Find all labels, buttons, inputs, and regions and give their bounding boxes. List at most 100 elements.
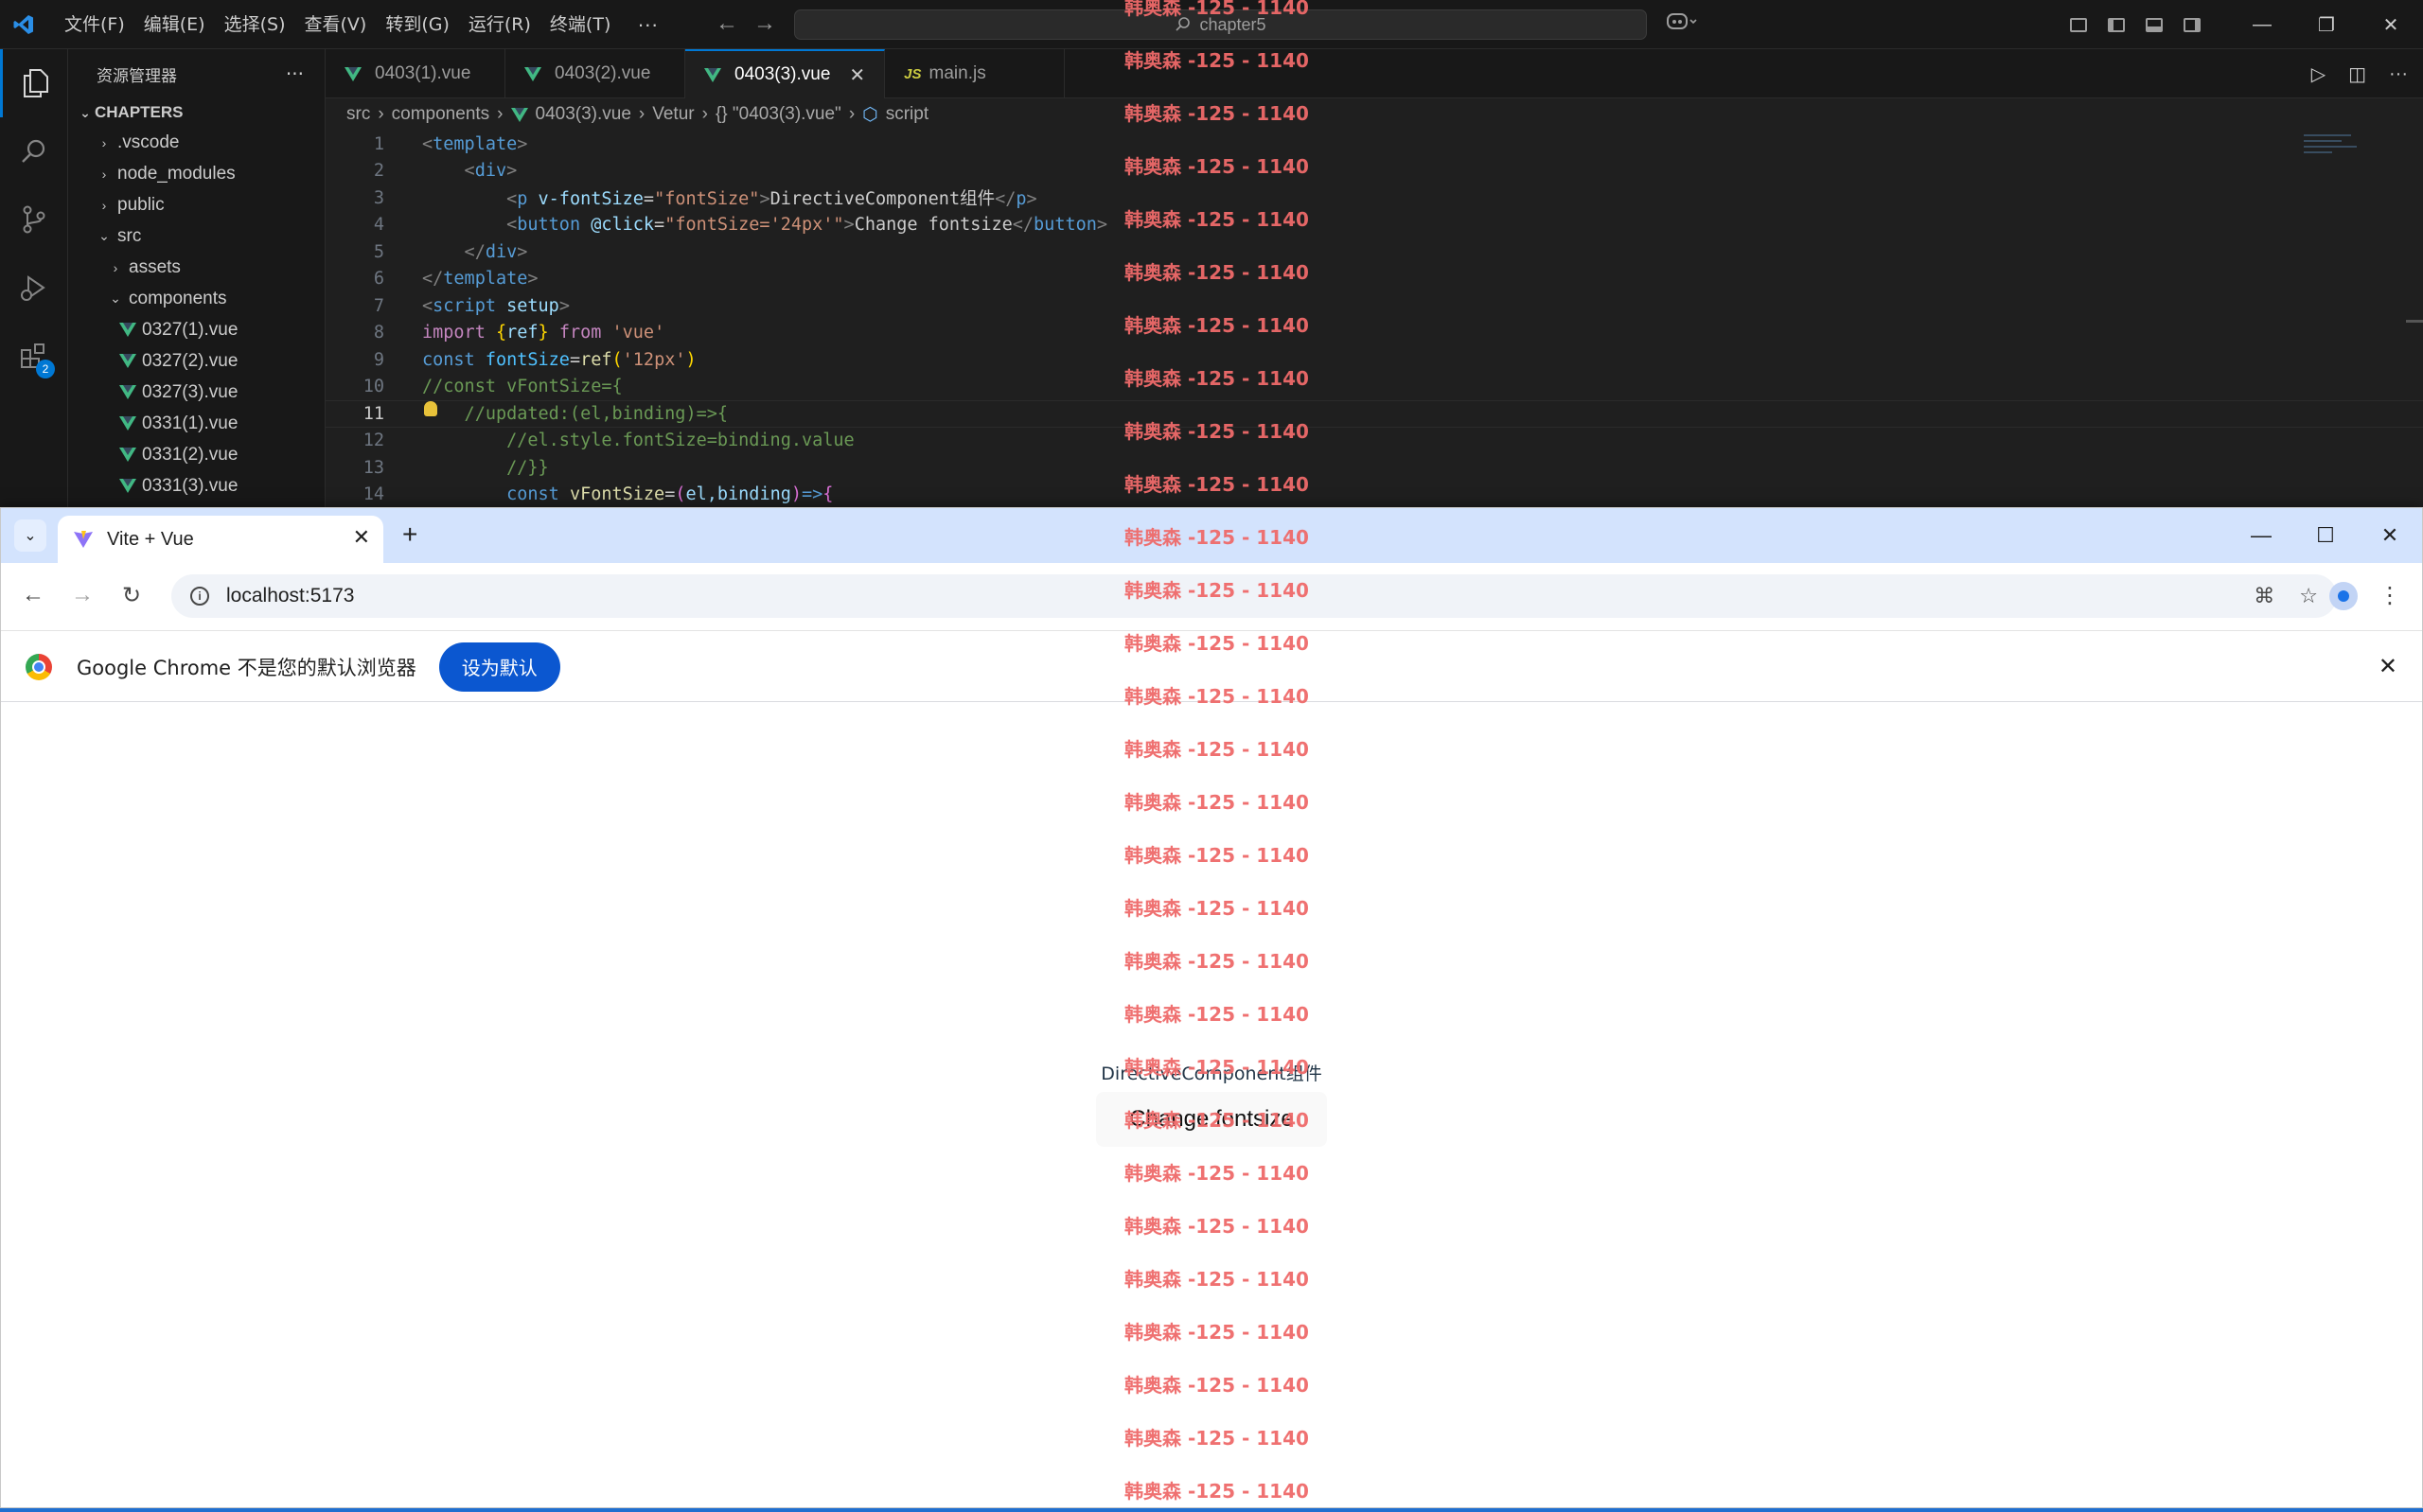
close-icon[interactable]: ✕ xyxy=(2359,0,2423,49)
menu-bar: 文件(F) 编辑(E) 选择(S) 查看(V) 转到(G) 运行(R) 终端(T… xyxy=(47,0,675,49)
tab-0403-3[interactable]: 0403(3).vue ✕ xyxy=(685,49,886,98)
tree-file[interactable]: 0331(3).vue xyxy=(68,470,325,501)
explorer-header: 资源管理器 ··· xyxy=(68,49,325,98)
minimize-icon[interactable]: — xyxy=(2229,508,2293,563)
change-fontsize-button[interactable]: Change fontsize xyxy=(1096,1092,1327,1147)
restore-icon[interactable]: ❐ xyxy=(2294,0,2359,49)
maximize-icon[interactable]: ☐ xyxy=(2293,508,2358,563)
tree-folder-public[interactable]: › public xyxy=(68,189,325,220)
customize-layout-icon[interactable] xyxy=(2060,0,2097,49)
tree-folder-src[interactable]: ⌄ src xyxy=(68,220,325,252)
tab-0403-1[interactable]: 0403(1).vue xyxy=(326,49,505,98)
tree-folder-components[interactable]: ⌄ components xyxy=(68,283,325,314)
profile-avatar-icon[interactable] xyxy=(2329,582,2358,610)
menu-selection[interactable]: 选择(S) xyxy=(215,0,295,49)
breadcrumb-item[interactable]: {} "0403(3).vue" xyxy=(716,104,841,125)
line-number: 12 xyxy=(363,431,384,451)
tree-file[interactable]: 0327(3).vue xyxy=(68,377,325,408)
menu-file[interactable]: 文件(F) xyxy=(55,0,134,49)
command-center-search[interactable]: chapter5 xyxy=(794,9,1647,40)
tree-folder-vscode[interactable]: › .vscode xyxy=(68,127,325,158)
close-icon[interactable]: ✕ xyxy=(2358,508,2422,563)
menu-terminal[interactable]: 终端(T) xyxy=(540,0,620,49)
menu-run[interactable]: 运行(R) xyxy=(459,0,540,49)
tab-0403-2[interactable]: 0403(2).vue xyxy=(505,49,685,98)
vue-file-icon xyxy=(119,354,136,368)
tree-label: 0327(3).vue xyxy=(142,381,239,402)
tab-search-chevron-icon[interactable]: ⌄ xyxy=(14,519,46,552)
tree-label: 0331(2).vue xyxy=(142,444,239,465)
site-info-icon[interactable]: i xyxy=(190,587,209,606)
more-actions-icon[interactable]: ··· xyxy=(2389,63,2408,85)
code-line: 12 //el.style.fontSize=binding.value xyxy=(326,428,2423,455)
source-control-icon[interactable] xyxy=(0,185,68,254)
new-tab-icon[interactable]: + xyxy=(402,519,417,550)
address-bar[interactable]: i localhost:5173 ⌘ ☆ xyxy=(171,574,2337,618)
lightbulb-icon[interactable] xyxy=(424,401,437,416)
vue-file-icon xyxy=(119,479,136,493)
page-content: DirectiveComponent组件 Change fontsize xyxy=(1,702,2422,1507)
chrome-menu-icon[interactable]: ⋮ xyxy=(2379,582,2401,609)
minimap[interactable] xyxy=(2304,131,2361,168)
vue-file-icon xyxy=(524,66,541,81)
back-arrow-icon[interactable]: ← xyxy=(22,582,44,608)
tree-file[interactable]: 0327(1).vue xyxy=(68,314,325,345)
breadcrumb-item[interactable]: src xyxy=(346,104,370,125)
explorer-icon[interactable] xyxy=(0,49,68,117)
vue-file-icon xyxy=(704,67,721,82)
menu-more-icon[interactable]: ··· xyxy=(620,12,675,37)
split-editor-icon[interactable]: ◫ xyxy=(2348,62,2366,86)
line-number: 14 xyxy=(363,484,384,505)
set-default-button[interactable]: 设为默认 xyxy=(438,642,560,692)
code-editor[interactable]: 1 <template> 2 <div> 3 <p v-fontSize="fon… xyxy=(326,131,2423,507)
activity-bar: 2 xyxy=(0,49,68,507)
symbol-icon: ⬡ xyxy=(862,104,878,125)
menu-go[interactable]: 转到(G) xyxy=(376,0,459,49)
run-debug-icon[interactable] xyxy=(0,254,68,322)
workspace-section[interactable]: ⌄ CHAPTERS xyxy=(68,98,325,127)
close-tab-icon[interactable]: ✕ xyxy=(353,525,370,550)
tree-label: 0331(1).vue xyxy=(142,413,239,433)
run-icon[interactable]: ▷ xyxy=(2311,62,2326,86)
breadcrumb-item[interactable]: Vetur xyxy=(652,104,694,125)
menu-edit[interactable]: 编辑(E) xyxy=(134,0,215,49)
code-line: 10//const vFontSize={ xyxy=(326,374,2423,401)
tree-folder-node-modules[interactable]: › node_modules xyxy=(68,158,325,189)
minimize-icon[interactable]: — xyxy=(2230,0,2294,49)
copilot-icon[interactable] xyxy=(1666,11,1698,38)
explorer-more-icon[interactable]: ··· xyxy=(286,62,304,85)
editor-tabs: 0403(1).vue 0403(2).vue 0403(3).vue ✕ JS m… xyxy=(326,49,2423,98)
back-arrow-icon[interactable]: ← xyxy=(716,10,738,37)
tab-close-icon[interactable]: ✕ xyxy=(849,63,865,87)
chrome-tab-active[interactable]: Vite + Vue ✕ xyxy=(58,516,383,563)
reload-icon[interactable]: ↻ xyxy=(122,582,141,609)
menu-view[interactable]: 查看(V) xyxy=(295,0,377,49)
tree-label: src xyxy=(117,225,142,246)
code-line: 8 import {ref} from 'vue' xyxy=(326,320,2423,347)
toggle-panel-icon[interactable] xyxy=(2135,0,2173,49)
breadcrumb-item[interactable]: script xyxy=(886,104,929,125)
extensions-badge: 2 xyxy=(36,360,55,378)
forward-arrow-icon[interactable]: → xyxy=(71,582,94,608)
forward-arrow-icon[interactable]: → xyxy=(753,10,776,37)
toggle-sidebar-icon[interactable] xyxy=(2097,0,2135,49)
code-line: 13 //}} xyxy=(326,454,2423,482)
bookmark-star-icon[interactable]: ☆ xyxy=(2299,584,2318,608)
tree-folder-assets[interactable]: › assets xyxy=(68,252,325,283)
tree-file[interactable]: 0331(2).vue xyxy=(68,439,325,470)
tab-main-js[interactable]: JS main.js xyxy=(885,49,1066,98)
scrollbar[interactable] xyxy=(2406,320,2423,323)
tab-label: 0403(3).vue xyxy=(734,64,831,84)
breadcrumb-item[interactable]: components xyxy=(392,104,490,125)
toggle-secondary-sidebar-icon[interactable] xyxy=(2173,0,2211,49)
js-file-icon: JS xyxy=(904,65,922,82)
infobar-close-icon[interactable]: ✕ xyxy=(2379,653,2397,680)
search-icon[interactable] xyxy=(0,117,68,185)
translate-icon[interactable]: ⌘ xyxy=(2254,584,2274,608)
breadcrumb-item[interactable]: 0403(3).vue xyxy=(536,104,631,125)
tab-label: 0403(1).vue xyxy=(375,63,471,83)
extensions-icon[interactable]: 2 xyxy=(0,322,68,390)
tree-file[interactable]: 0331(1).vue xyxy=(68,408,325,439)
tree-file[interactable]: 0327(2).vue xyxy=(68,345,325,377)
tab-label: 0403(2).vue xyxy=(555,63,651,83)
